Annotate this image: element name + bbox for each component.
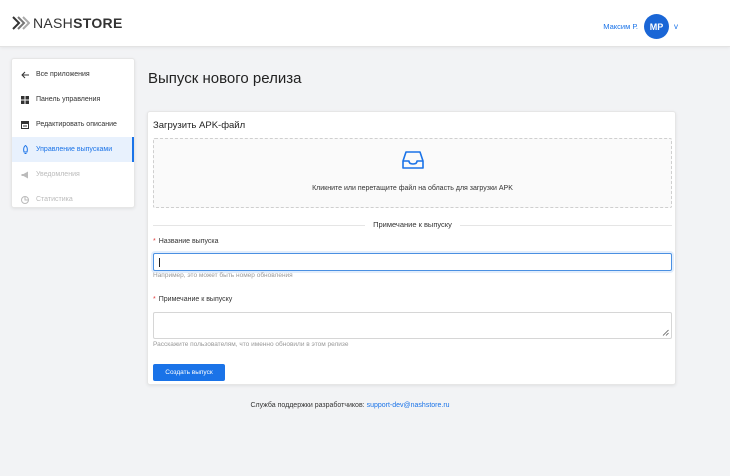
- sidebar-item-all-apps[interactable]: Все приложения: [12, 62, 134, 87]
- create-release-button[interactable]: Создать выпуск: [153, 364, 225, 381]
- upload-section-title: Загрузить APK-файл: [153, 120, 246, 131]
- release-notes-textarea[interactable]: [153, 312, 672, 339]
- release-notes-label: * Примечание к выпуску: [153, 296, 233, 303]
- divider-label: Примечание к выпуску: [365, 220, 460, 229]
- support-text: Служба поддержки разработчиков:: [250, 402, 365, 409]
- sidebar-item-notifications: Уведомления: [12, 162, 134, 187]
- sidebar-item-label: Редактировать описание: [36, 121, 117, 128]
- sidebar-item-label: Уведомления: [36, 171, 80, 178]
- release-name-help: Например, это может быть номер обновлени…: [153, 272, 293, 279]
- logo-text: NASHSTORE: [33, 15, 123, 31]
- sidebar-item-dashboard[interactable]: Панель управления: [12, 87, 134, 112]
- rocket-icon: [20, 145, 30, 155]
- required-mark: *: [153, 296, 156, 303]
- sidebar-nav: Все приложения Панель управления Редакти…: [11, 58, 135, 208]
- sidebar-item-label: Управление выпусками: [36, 146, 113, 153]
- megaphone-icon: [20, 170, 30, 180]
- upload-hint: Кликните или перетащите файл на область …: [312, 185, 513, 192]
- edit-doc-icon: [20, 120, 30, 130]
- user-name[interactable]: Максим Р.: [603, 22, 638, 31]
- logo-mark-icon: [12, 16, 30, 30]
- chevron-down-icon[interactable]: v: [674, 22, 678, 31]
- text-cursor: [159, 258, 160, 267]
- sidebar-item-label: Все приложения: [36, 71, 90, 78]
- arrow-left-icon: [20, 70, 30, 80]
- release-notes-help: Расскажите пользователям, что именно обн…: [153, 341, 349, 348]
- resize-grip-icon[interactable]: [662, 329, 669, 336]
- sidebar-item-statistics: Статистика: [12, 187, 134, 212]
- apk-upload-dropzone[interactable]: Кликните или перетащите файл на область …: [153, 138, 672, 208]
- nashstore-logo[interactable]: NASHSTORE: [12, 15, 123, 31]
- release-form-card: Загрузить APK-файл Кликните или перетащи…: [147, 111, 676, 385]
- page-title: Выпуск нового релиза: [148, 70, 302, 87]
- notes-divider: Примечание к выпуску: [153, 220, 672, 232]
- avatar[interactable]: МР: [644, 14, 669, 39]
- required-mark: *: [153, 238, 156, 245]
- sidebar-item-edit-description[interactable]: Редактировать описание: [12, 112, 134, 137]
- release-name-input[interactable]: [153, 253, 672, 271]
- inbox-icon: [402, 151, 424, 169]
- support-footer: Служба поддержки разработчиков: support-…: [0, 402, 700, 409]
- stats-icon: [20, 195, 30, 205]
- sidebar-item-releases[interactable]: Управление выпусками: [12, 137, 134, 162]
- top-header: NASHSTORE Максим Р. МР v: [0, 0, 730, 47]
- dashboard-grid-icon: [20, 95, 30, 105]
- sidebar-item-label: Статистика: [36, 196, 73, 203]
- support-email-link[interactable]: support-dev@nashstore.ru: [367, 402, 450, 409]
- user-menu[interactable]: Максим Р. МР v: [603, 14, 678, 39]
- sidebar-item-label: Панель управления: [36, 96, 101, 103]
- release-name-label: * Название выпуска: [153, 238, 219, 245]
